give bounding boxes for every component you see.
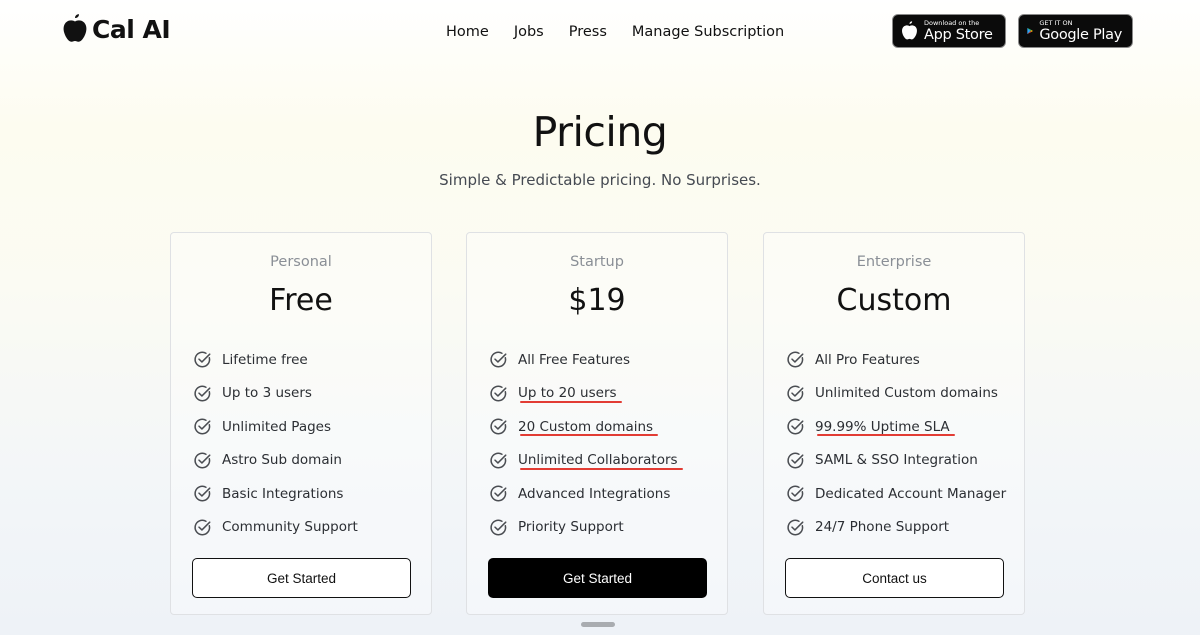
check-circle-icon xyxy=(490,485,507,502)
nav-jobs[interactable]: Jobs xyxy=(514,24,544,40)
feature-label: Astro Sub domain xyxy=(222,452,342,469)
feature-label: SAML & SSO Integration xyxy=(815,452,978,469)
feature-list: Lifetime free Up to 3 users Unlimited Page… xyxy=(193,343,421,544)
feature-item: Up to 3 users xyxy=(193,377,421,411)
apple-icon xyxy=(902,21,917,40)
highlight-underline xyxy=(520,400,622,403)
feature-label: Community Support xyxy=(222,519,358,536)
highlight-underline xyxy=(817,434,955,436)
main-nav: Home Jobs Press Manage Subscription xyxy=(446,24,784,40)
app-store-small-label: Download on the xyxy=(924,19,980,27)
google-play-button[interactable]: GET IT ON Google Play xyxy=(1018,14,1133,48)
highlight-underline xyxy=(520,434,658,436)
check-circle-icon xyxy=(490,385,507,402)
feature-item: Astro Sub domain xyxy=(193,444,421,478)
highlight-underline xyxy=(520,467,683,470)
check-circle-icon xyxy=(194,418,211,435)
page-title: Pricing xyxy=(532,108,668,156)
feature-item: Priority Support xyxy=(489,511,717,545)
check-circle-icon xyxy=(194,385,211,402)
feature-label: Dedicated Account Manager xyxy=(815,485,1007,502)
feature-label: Basic Integrations xyxy=(222,485,344,502)
feature-label: All Free Features xyxy=(518,351,631,368)
brand-logo[interactable]: Cal AI xyxy=(62,14,171,44)
feature-item: 20 Custom domains xyxy=(489,410,717,444)
contact-us-button[interactable]: Contact us xyxy=(785,558,1004,598)
feature-item: Unlimited Pages xyxy=(193,410,421,444)
check-circle-icon xyxy=(787,519,804,536)
feature-item: Lifetime free xyxy=(193,343,421,377)
scroll-handle[interactable] xyxy=(581,622,615,627)
check-circle-icon xyxy=(787,351,804,368)
check-circle-icon xyxy=(490,351,507,368)
check-circle-icon xyxy=(787,452,804,469)
feature-item: All Free Features xyxy=(489,343,717,377)
app-store-label: App Store xyxy=(924,27,993,43)
feature-label: All Pro Features xyxy=(815,351,920,368)
plan-card-enterprise: Enterprise Custom All Pro Features Unlimi… xyxy=(763,232,1025,615)
feature-item: 24/7 Phone Support xyxy=(786,511,1014,545)
page-subtitle: Simple & Predictable pricing. No Surpris… xyxy=(439,171,761,189)
check-circle-icon xyxy=(787,385,804,402)
feature-label: Up to 20 users xyxy=(518,385,617,402)
feature-item: Dedicated Account Manager xyxy=(786,477,1014,511)
feature-item: Unlimited Collaborators xyxy=(489,444,717,478)
check-circle-icon xyxy=(490,418,507,435)
google-play-icon xyxy=(1027,27,1033,35)
google-play-small-label: GET IT ON xyxy=(1039,19,1073,27)
google-play-label: Google Play xyxy=(1039,27,1122,43)
check-circle-icon xyxy=(787,485,804,502)
feature-item: 99.99% Uptime SLA xyxy=(786,410,1014,444)
plan-price: Custom xyxy=(836,283,952,318)
nav-home[interactable]: Home xyxy=(446,24,489,40)
get-started-button[interactable]: Get Started xyxy=(488,558,707,598)
plan-card-startup: Startup $19 All Free Features Up to 20 us… xyxy=(466,232,728,615)
check-circle-icon xyxy=(490,519,507,536)
feature-label: Priority Support xyxy=(518,519,624,536)
apple-icon xyxy=(63,14,87,42)
feature-item: Community Support xyxy=(193,511,421,545)
plan-price: Free xyxy=(269,283,333,318)
feature-label: 99.99% Uptime SLA xyxy=(815,418,950,435)
check-circle-icon xyxy=(194,485,211,502)
nav-press[interactable]: Press xyxy=(569,24,607,40)
feature-label: Unlimited Custom domains xyxy=(815,385,998,402)
nav-manage-subscription[interactable]: Manage Subscription xyxy=(632,24,784,40)
feature-item: Unlimited Custom domains xyxy=(786,377,1014,411)
feature-item: SAML & SSO Integration xyxy=(786,444,1014,478)
check-circle-icon xyxy=(787,418,804,435)
feature-item: Basic Integrations xyxy=(193,477,421,511)
check-circle-icon xyxy=(194,452,211,469)
plan-price: $19 xyxy=(568,283,626,318)
feature-label: Unlimited Collaborators xyxy=(518,452,678,469)
feature-item: All Pro Features xyxy=(786,343,1014,377)
check-circle-icon xyxy=(194,351,211,368)
check-circle-icon xyxy=(194,519,211,536)
feature-list: All Free Features Up to 20 users 20 Custom… xyxy=(489,343,717,544)
plan-card-personal: Personal Free Lifetime free Up to 3 users… xyxy=(170,232,432,615)
app-store-button[interactable]: Download on the App Store xyxy=(892,14,1006,48)
feature-label: Advanced Integrations xyxy=(518,485,671,502)
feature-label: Up to 3 users xyxy=(222,385,312,402)
feature-label: Unlimited Pages xyxy=(222,418,332,435)
check-circle-icon xyxy=(490,452,507,469)
feature-item: Up to 20 users xyxy=(489,377,717,411)
feature-label: 24/7 Phone Support xyxy=(815,519,950,536)
plan-tier: Startup xyxy=(570,254,624,270)
plan-tier: Enterprise xyxy=(856,254,932,270)
feature-label: 20 Custom domains xyxy=(518,418,654,435)
brand-name: Cal AI xyxy=(92,14,171,44)
feature-item: Advanced Integrations xyxy=(489,477,717,511)
feature-list: All Pro Features Unlimited Custom domains… xyxy=(786,343,1014,544)
site-header: Cal AI Home Jobs Press Manage Subscripti… xyxy=(0,0,1200,70)
plan-tier: Personal xyxy=(270,254,332,270)
feature-label: Lifetime free xyxy=(222,351,308,368)
get-started-button[interactable]: Get Started xyxy=(192,558,411,598)
